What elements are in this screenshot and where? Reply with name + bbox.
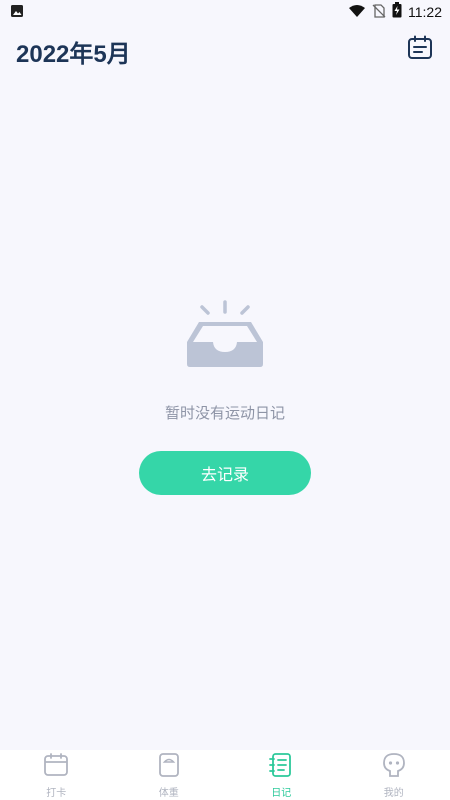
empty-message: 暂时没有运动日记 [164,404,285,422]
calendar-list-button[interactable] [406,35,434,65]
tab-label: 体重 [158,787,179,799]
tab-weight[interactable]: 体重 [113,750,226,800]
tab-diary[interactable]: 日记 [225,750,338,800]
battery-charging-icon [392,2,402,22]
status-time: 11:22 [408,4,442,20]
go-record-button[interactable]: 去记录 [139,451,311,495]
image-notification-icon [10,3,24,22]
profile-icon [381,752,407,782]
wifi-icon [348,3,366,22]
empty-inbox-icon [183,300,267,374]
no-sim-icon [372,3,386,22]
calendar-icon [43,752,69,782]
tab-label: 我的 [383,787,404,799]
tab-label: 日记 [271,787,292,799]
tab-label: 打卡 [46,787,67,799]
status-bar: 11:22 [0,0,450,24]
status-indicators: 11:22 [348,2,442,22]
tab-checkin[interactable]: 打卡 [0,750,113,800]
calendar-list-icon [407,35,433,65]
scale-icon [156,752,182,782]
notebook-icon [268,752,294,782]
tab-profile[interactable]: 我的 [338,750,450,800]
empty-state: 暂时没有运动日记 去记录 [0,300,450,495]
bottom-tab-bar: 打卡 体重 日记 我的 [0,750,450,800]
header: 2022年5月 [0,28,450,74]
page-title: 2022年5月 [16,41,131,68]
